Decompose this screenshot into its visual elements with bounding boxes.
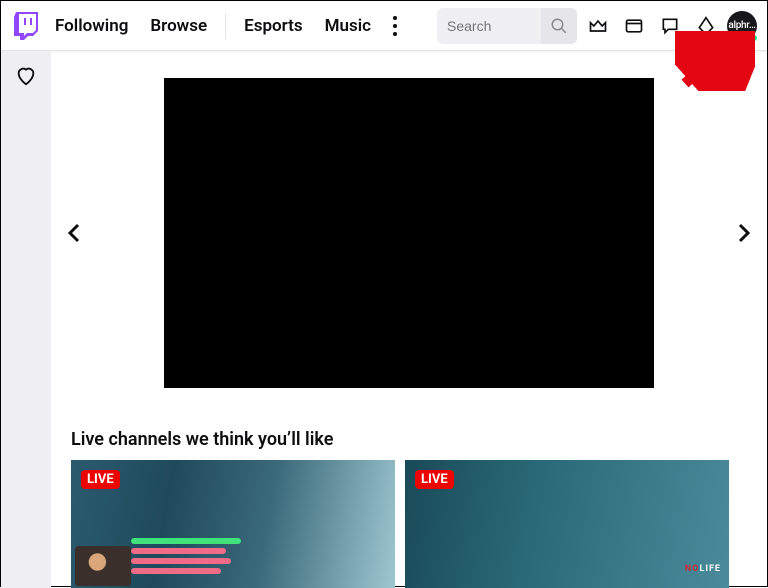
nav-music[interactable]: Music <box>317 12 379 40</box>
chevron-right-icon <box>731 221 755 245</box>
more-icon <box>393 16 397 20</box>
bits-icon <box>696 16 716 36</box>
overlay-brand: NOLIFE <box>685 564 721 574</box>
inbox-button[interactable] <box>619 11 649 41</box>
more-menu[interactable] <box>385 11 405 41</box>
carousel-next[interactable] <box>731 221 755 245</box>
user-avatar[interactable]: alphr… <box>727 11 757 41</box>
twitch-icon <box>12 12 40 40</box>
followed-channels-toggle[interactable] <box>15 65 37 87</box>
search-icon <box>550 17 568 35</box>
nav-browse[interactable]: Browse <box>142 12 215 40</box>
crown-icon <box>588 16 608 36</box>
main-content: Live channels we think you’ll like LIVE … <box>51 51 767 588</box>
search-input[interactable] <box>437 8 541 44</box>
bits-button[interactable] <box>691 11 721 41</box>
nav-divider <box>225 13 226 39</box>
streamer-cam-thumb <box>75 546 131 586</box>
live-badge: LIVE <box>81 470 120 489</box>
section-title: Live channels we think you’ll like <box>51 403 767 460</box>
live-channel-cards: LIVE LIVE NOLIFE <box>51 460 767 588</box>
presence-dot <box>749 33 759 43</box>
whispers-button[interactable] <box>655 11 685 41</box>
top-nav: Following Browse Esports Music <box>1 1 767 51</box>
left-sidebar <box>1 51 51 588</box>
carousel-prev[interactable] <box>63 221 87 245</box>
featured-video-player[interactable] <box>164 78 654 388</box>
featured-carousel <box>51 63 767 403</box>
avatar-label: alphr… <box>728 20 755 31</box>
nav-esports[interactable]: Esports <box>236 12 311 40</box>
search-box <box>437 8 577 44</box>
channel-card[interactable]: LIVE NOLIFE <box>405 460 729 588</box>
inbox-icon <box>624 16 644 36</box>
twitch-logo[interactable] <box>11 11 41 41</box>
prime-loot-button[interactable] <box>583 11 613 41</box>
live-badge: LIVE <box>415 470 454 489</box>
search-button[interactable] <box>541 8 577 44</box>
chevron-left-icon <box>63 221 87 245</box>
chat-icon <box>660 16 680 36</box>
heart-icon <box>15 65 37 87</box>
channel-card[interactable]: LIVE <box>71 460 395 588</box>
scoreboard-deco <box>131 534 241 578</box>
nav-following[interactable]: Following <box>47 12 136 40</box>
